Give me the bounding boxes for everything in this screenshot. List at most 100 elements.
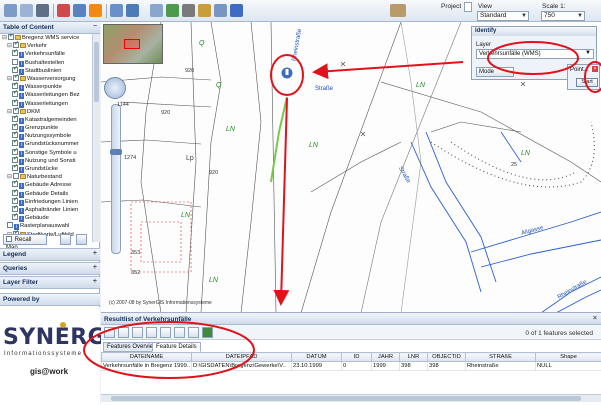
collapse-icon[interactable]: −: [93, 23, 97, 30]
pan-to-icon[interactable]: [132, 327, 143, 338]
map-options-button[interactable]: [76, 234, 87, 245]
identify-layer-select[interactable]: Verkehrsunfälle (WMS) ▼: [476, 49, 594, 59]
scroll-thumb[interactable]: [94, 42, 99, 102]
layer-checkbox[interactable]: [12, 212, 18, 220]
layer-info-icon[interactable]: i: [19, 93, 24, 100]
pen-icon[interactable]: [182, 4, 195, 17]
euro-icon[interactable]: [214, 4, 227, 17]
column-header[interactable]: DATEIPFAD: [191, 352, 292, 362]
measure-icon[interactable]: [73, 4, 86, 17]
layer-checkbox[interactable]: [13, 106, 19, 114]
layer-checkbox[interactable]: [12, 122, 18, 130]
excel-icon[interactable]: [202, 327, 213, 338]
layer-info-icon[interactable]: i: [19, 126, 24, 133]
view-select[interactable]: Standard ▼: [477, 11, 529, 21]
layer-checkbox[interactable]: [8, 34, 14, 40]
scale-select[interactable]: 750 ▼: [541, 11, 585, 21]
layer-info-icon[interactable]: i: [19, 158, 24, 165]
layer-info-icon[interactable]: i: [19, 150, 24, 157]
layer-info-icon[interactable]: i: [19, 60, 24, 67]
column-header[interactable]: JAHR: [371, 352, 400, 362]
layer-info-icon[interactable]: i: [19, 199, 24, 206]
layer-info-icon[interactable]: i: [19, 183, 24, 190]
expand-icon[interactable]: +: [93, 250, 97, 257]
layer-info-icon[interactable]: i: [19, 191, 24, 198]
layer-checkbox[interactable]: [7, 222, 13, 229]
toc-item[interactable]: iGrundstücke: [0, 163, 92, 173]
edit-icon[interactable]: [110, 4, 123, 17]
layer-info-icon[interactable]: i: [19, 85, 24, 92]
highlight-icon[interactable]: [146, 327, 157, 338]
column-header[interactable]: LNR: [399, 352, 428, 362]
map-view[interactable]: Q Q LN LN LN LN LN LN Lp 920 1144 920 12…: [101, 22, 601, 313]
clear-icon[interactable]: [160, 327, 171, 338]
expand-icon[interactable]: +: [93, 278, 97, 285]
layer-info-icon[interactable]: i: [19, 134, 24, 141]
start-button[interactable]: Start: [576, 78, 598, 87]
layer-checkbox[interactable]: [12, 163, 18, 171]
toc-scrollbar[interactable]: [92, 34, 100, 242]
layer-checkbox[interactable]: [12, 65, 18, 73]
layer-info-icon[interactable]: i: [19, 167, 24, 173]
column-header[interactable]: Shape: [535, 352, 601, 362]
layer-info-icon[interactable]: i: [19, 68, 24, 75]
bookmark-icon[interactable]: [166, 4, 179, 17]
legend-panel-header[interactable]: Legend +: [0, 248, 100, 261]
link-icon[interactable]: [198, 4, 211, 17]
column-header[interactable]: DATEINAME: [101, 352, 192, 362]
project-select[interactable]: [464, 2, 472, 12]
info-icon[interactable]: [89, 4, 102, 17]
layer-checkbox[interactable]: [12, 89, 18, 98]
toc-item[interactable]: iGebäude: [0, 212, 92, 223]
layer-checkbox[interactable]: [13, 173, 19, 180]
refresh-map-button[interactable]: [60, 234, 71, 245]
layer-checkbox[interactable]: [12, 155, 18, 163]
zoom-knob[interactable]: [110, 149, 122, 155]
layer-info-icon[interactable]: i: [19, 216, 24, 223]
layer-checkbox[interactable]: [12, 58, 18, 65]
search-icon[interactable]: [150, 4, 163, 17]
zoom-to-icon[interactable]: [118, 327, 129, 338]
column-header[interactable]: STRAßE: [465, 352, 536, 362]
layer-checkbox[interactable]: [12, 114, 18, 122]
layer-checkbox[interactable]: [12, 196, 18, 204]
layer-icon[interactable]: [126, 4, 139, 17]
layer-checkbox[interactable]: [12, 48, 18, 57]
queries-panel-header[interactable]: Queries +: [0, 262, 100, 275]
identify-mode-button[interactable]: Mode: [476, 67, 514, 77]
print-icon[interactable]: [188, 327, 199, 338]
toc-header[interactable]: Table of Content −: [0, 22, 100, 34]
layer-filter-panel-header[interactable]: Layer Filter +: [0, 276, 100, 289]
layer-checkbox[interactable]: [12, 188, 18, 196]
pan-icon[interactable]: [4, 4, 17, 17]
toc-item[interactable]: iVerkehrsunfälle: [0, 48, 92, 59]
overview-extent[interactable]: [124, 39, 140, 49]
layer-checkbox[interactable]: [12, 138, 18, 147]
help-icon[interactable]: [230, 4, 243, 17]
layer-info-icon[interactable]: i: [19, 207, 24, 214]
close-icon[interactable]: ×: [593, 315, 597, 322]
select-icon[interactable]: [57, 4, 70, 17]
layer-info-icon[interactable]: i: [19, 142, 24, 149]
export-icon[interactable]: [174, 327, 185, 338]
layer-checkbox[interactable]: [12, 179, 18, 188]
layer-info-icon[interactable]: i: [19, 117, 24, 124]
layer-checkbox[interactable]: [12, 130, 18, 138]
layer-checkbox[interactable]: [12, 81, 18, 89]
user-icon[interactable]: [390, 4, 406, 17]
table-row[interactable]: Verkehrsunfälle in Bregenz 1999.. D:\GISD…: [101, 361, 601, 371]
close-icon[interactable]: ×: [592, 66, 598, 72]
overview-map[interactable]: [103, 24, 163, 64]
layer-checkbox[interactable]: [13, 40, 19, 48]
recall-map-button[interactable]: Recall Map: [3, 234, 47, 251]
column-header[interactable]: ID: [341, 352, 372, 362]
results-scrollbar[interactable]: [101, 394, 601, 402]
layer-info-icon[interactable]: i: [19, 52, 24, 59]
tab-feature-details[interactable]: Feature Details: [152, 342, 201, 352]
column-header[interactable]: DATUM: [291, 352, 342, 362]
zoom-slider[interactable]: [110, 104, 122, 254]
layer-checkbox[interactable]: [13, 73, 19, 81]
layer-info-icon[interactable]: i: [19, 101, 24, 108]
layer-checkbox[interactable]: [12, 204, 18, 212]
layer-checkbox[interactable]: [12, 147, 18, 155]
